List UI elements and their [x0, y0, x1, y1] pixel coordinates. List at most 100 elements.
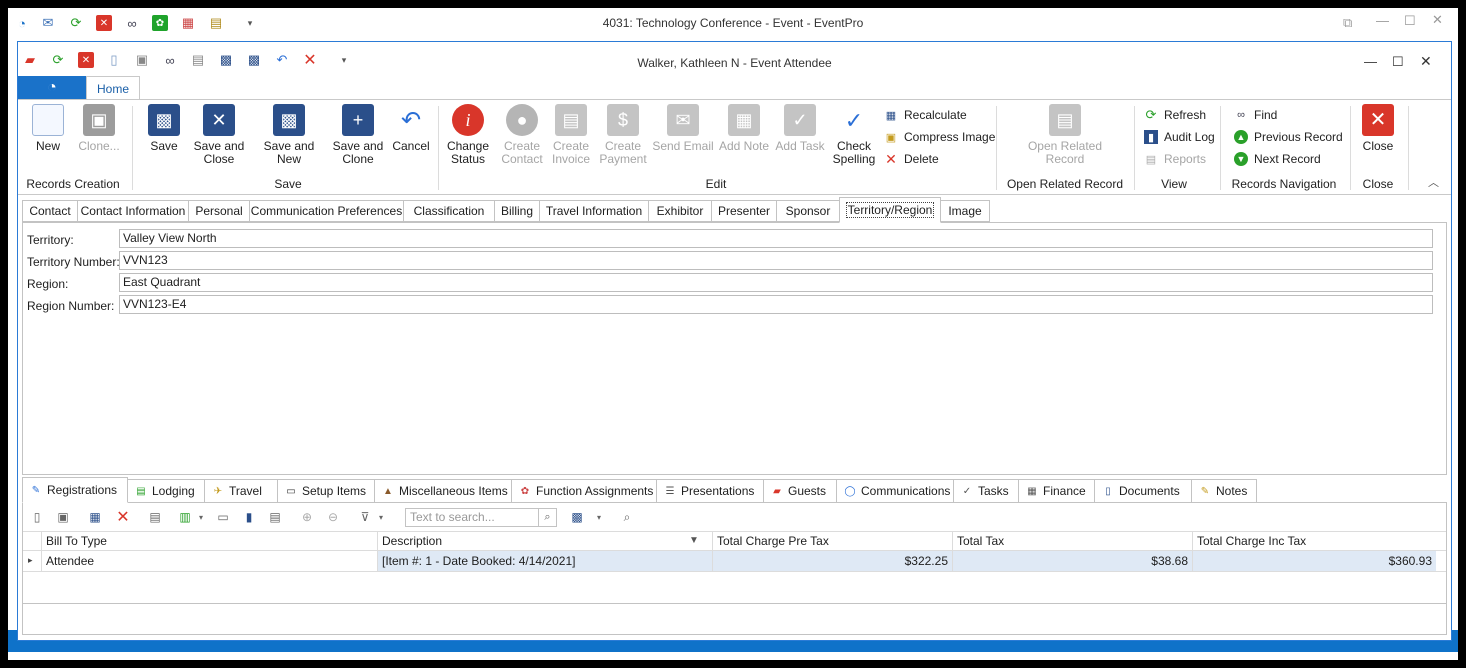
tab-contact-information[interactable]: Contact Information: [77, 200, 189, 222]
new-button[interactable]: New: [28, 104, 68, 153]
grid-calculator-icon[interactable]: ▦: [87, 509, 103, 525]
tab-guests[interactable]: ▰ Guests: [763, 479, 837, 503]
grid-print-icon[interactable]: ▤: [147, 509, 163, 525]
grid-delete-icon[interactable]: ✕: [115, 509, 131, 526]
add-task-button[interactable]: ✓ Add Task: [774, 104, 826, 153]
close-window-icon[interactable]: ✕: [1420, 53, 1432, 70]
save-and-new-button[interactable]: ▩ Save and New: [254, 104, 324, 166]
tab-lodging[interactable]: ▤ Lodging: [127, 479, 205, 503]
tab-territory-region[interactable]: Territory/Region: [839, 197, 941, 223]
tab-registrations[interactable]: ✎ Registrations: [22, 477, 128, 503]
outer-close-icon[interactable]: ✕: [1432, 12, 1443, 28]
save-button[interactable]: ▩ Save: [144, 104, 184, 153]
grid-search-button[interactable]: ⌕: [539, 508, 557, 527]
grid-columns-icon[interactable]: ▭: [215, 509, 231, 525]
tab-setup-items[interactable]: ▭ Setup Items: [277, 479, 375, 503]
region-number-field[interactable]: VVN123-E4: [119, 295, 1433, 314]
tab-exhibitor[interactable]: Exhibitor: [648, 200, 712, 222]
create-payment-button[interactable]: $ Create Payment: [596, 104, 650, 166]
recalculate-button[interactable]: ▦ Recalculate: [884, 106, 967, 124]
cancel-button[interactable]: ↶ Cancel: [392, 104, 430, 153]
column-description[interactable]: Description: [377, 532, 712, 551]
tab-contact[interactable]: Contact: [22, 200, 78, 222]
tab-travel-information[interactable]: Travel Information: [539, 200, 649, 222]
grid-audit-icon[interactable]: ▮: [241, 509, 257, 525]
grid-layout-icon[interactable]: ▤: [267, 509, 283, 525]
ribbon-separator: [1408, 106, 1409, 190]
maximize-icon[interactable]: ☐: [1392, 54, 1404, 70]
tab-home[interactable]: Home: [86, 76, 140, 101]
grid-export-icon[interactable]: ▥: [177, 509, 193, 525]
outer-minimize-icon[interactable]: —: [1376, 13, 1389, 28]
grid-up-icon[interactable]: ⊕: [299, 509, 315, 525]
tab-communication-preferences[interactable]: Communication Preferences: [249, 200, 404, 222]
territory-number-label: Territory Number:: [27, 255, 120, 269]
tab-billing[interactable]: Billing: [494, 200, 540, 222]
save-and-close-button[interactable]: ✕ Save and Close: [186, 104, 252, 166]
tab-notes[interactable]: ✎ Notes: [1191, 479, 1257, 503]
refresh-button[interactable]: ⟳ Refresh: [1144, 106, 1206, 124]
find-button[interactable]: ∞ Find: [1234, 106, 1277, 124]
table-row[interactable]: ▸ Attendee [Item #: 1 - Date Booked: 4/1…: [23, 551, 1446, 572]
add-note-button[interactable]: ▦ Add Note: [718, 104, 770, 153]
minimize-icon[interactable]: —: [1364, 54, 1377, 69]
tab-documents[interactable]: ▯ Documents: [1094, 479, 1192, 503]
grid-save-dropdown-icon[interactable]: ▾: [591, 509, 607, 525]
cell-description[interactable]: [Item #: 1 - Date Booked: 4/14/2021]: [377, 551, 712, 571]
tab-presenter[interactable]: Presenter: [711, 200, 777, 222]
tab-tasks[interactable]: ✓ Tasks: [953, 479, 1019, 503]
tab-travel[interactable]: ✈ Travel: [204, 479, 278, 503]
tab-function-assignments[interactable]: ✿ Function Assignments: [511, 479, 657, 503]
column-bill-to-type[interactable]: Bill To Type: [41, 532, 377, 551]
region-field[interactable]: East Quadrant: [119, 273, 1433, 292]
cell-total-tax[interactable]: $38.68: [952, 551, 1192, 571]
tab-finance[interactable]: ▦ Finance: [1018, 479, 1095, 503]
delete-button[interactable]: ✕ Delete: [884, 150, 939, 168]
filter-icon[interactable]: ⊽: [357, 509, 373, 525]
group-open-related-record: Open Related Record: [1006, 177, 1124, 191]
cell-bill-to-type[interactable]: Attendee: [41, 551, 377, 571]
next-record-button[interactable]: ▼ Next Record: [1234, 150, 1321, 168]
previous-record-button[interactable]: ▲ Previous Record: [1234, 128, 1343, 146]
open-related-record-button[interactable]: ▤ Open Related Record: [1018, 104, 1112, 166]
tab-classification[interactable]: Classification: [403, 200, 495, 222]
save-and-clone-button[interactable]: + Save and Clone: [324, 104, 392, 166]
grid-down-icon[interactable]: ⊖: [325, 509, 341, 525]
create-contact-button[interactable]: ● Create Contact: [498, 104, 546, 166]
grid-search-input[interactable]: Text to search...: [405, 508, 539, 527]
restore-layout-icon[interactable]: ⧉: [1343, 15, 1352, 31]
send-email-button[interactable]: ✉ Send Email: [652, 104, 714, 153]
cell-total-charge-pre-tax[interactable]: $322.25: [712, 551, 952, 571]
clone-button[interactable]: ▣ Clone...: [74, 104, 124, 153]
cell-total-charge-inc-tax[interactable]: $360.93: [1192, 551, 1436, 571]
filter-dropdown-icon[interactable]: ▾: [373, 509, 389, 525]
tab-personal[interactable]: Personal: [188, 200, 250, 222]
check-spelling-button[interactable]: ✓ Check Spelling: [830, 104, 878, 166]
grid-new-icon[interactable]: ▯: [29, 509, 45, 525]
change-status-button[interactable]: i Change Status: [444, 104, 492, 166]
tab-sponsor[interactable]: Sponsor: [776, 200, 840, 222]
tab-miscellaneous-items[interactable]: ▲ Miscellaneous Items: [374, 479, 512, 503]
column-total-charge-pre-tax[interactable]: Total Charge Pre Tax: [712, 532, 952, 551]
audit-log-button[interactable]: ▮ Audit Log: [1144, 128, 1215, 146]
territory-number-field[interactable]: VVN123: [119, 251, 1433, 270]
column-total-charge-inc-tax[interactable]: Total Charge Inc Tax: [1192, 532, 1436, 551]
clone-icon: ▣: [83, 104, 115, 136]
column-total-tax[interactable]: Total Tax: [952, 532, 1192, 551]
reports-button[interactable]: ▤ Reports: [1144, 150, 1206, 168]
grid-toolbar: ▯ ▣ ▦ ✕ ▤ ▥ ▾ ▭ ▮ ▤ ⊕ ⊖ ⊽ ▾ Text to sear…: [23, 503, 1446, 531]
compress-image-button[interactable]: ▣ Compress Image: [884, 128, 996, 146]
create-invoice-button[interactable]: ▤ Create Invoice: [548, 104, 594, 166]
collapse-ribbon-icon[interactable]: ︿: [1428, 174, 1439, 190]
territory-field[interactable]: Valley View North: [119, 229, 1433, 248]
outer-maximize-icon[interactable]: ☐: [1404, 13, 1416, 29]
grid-clone-icon[interactable]: ▣: [55, 509, 71, 525]
close-button[interactable]: ✕ Close: [1356, 104, 1400, 153]
grid-save-icon[interactable]: ▩: [569, 509, 585, 525]
grid-export-dropdown-icon[interactable]: ▾: [193, 509, 209, 525]
tab-communications[interactable]: ◯ Communications: [836, 479, 954, 503]
application-menu-button[interactable]: ◔: [18, 76, 86, 100]
tab-presentations[interactable]: ☰ Presentations: [656, 479, 764, 503]
grid-find-icon[interactable]: ⌕: [619, 509, 635, 525]
tab-image[interactable]: Image: [940, 200, 990, 222]
